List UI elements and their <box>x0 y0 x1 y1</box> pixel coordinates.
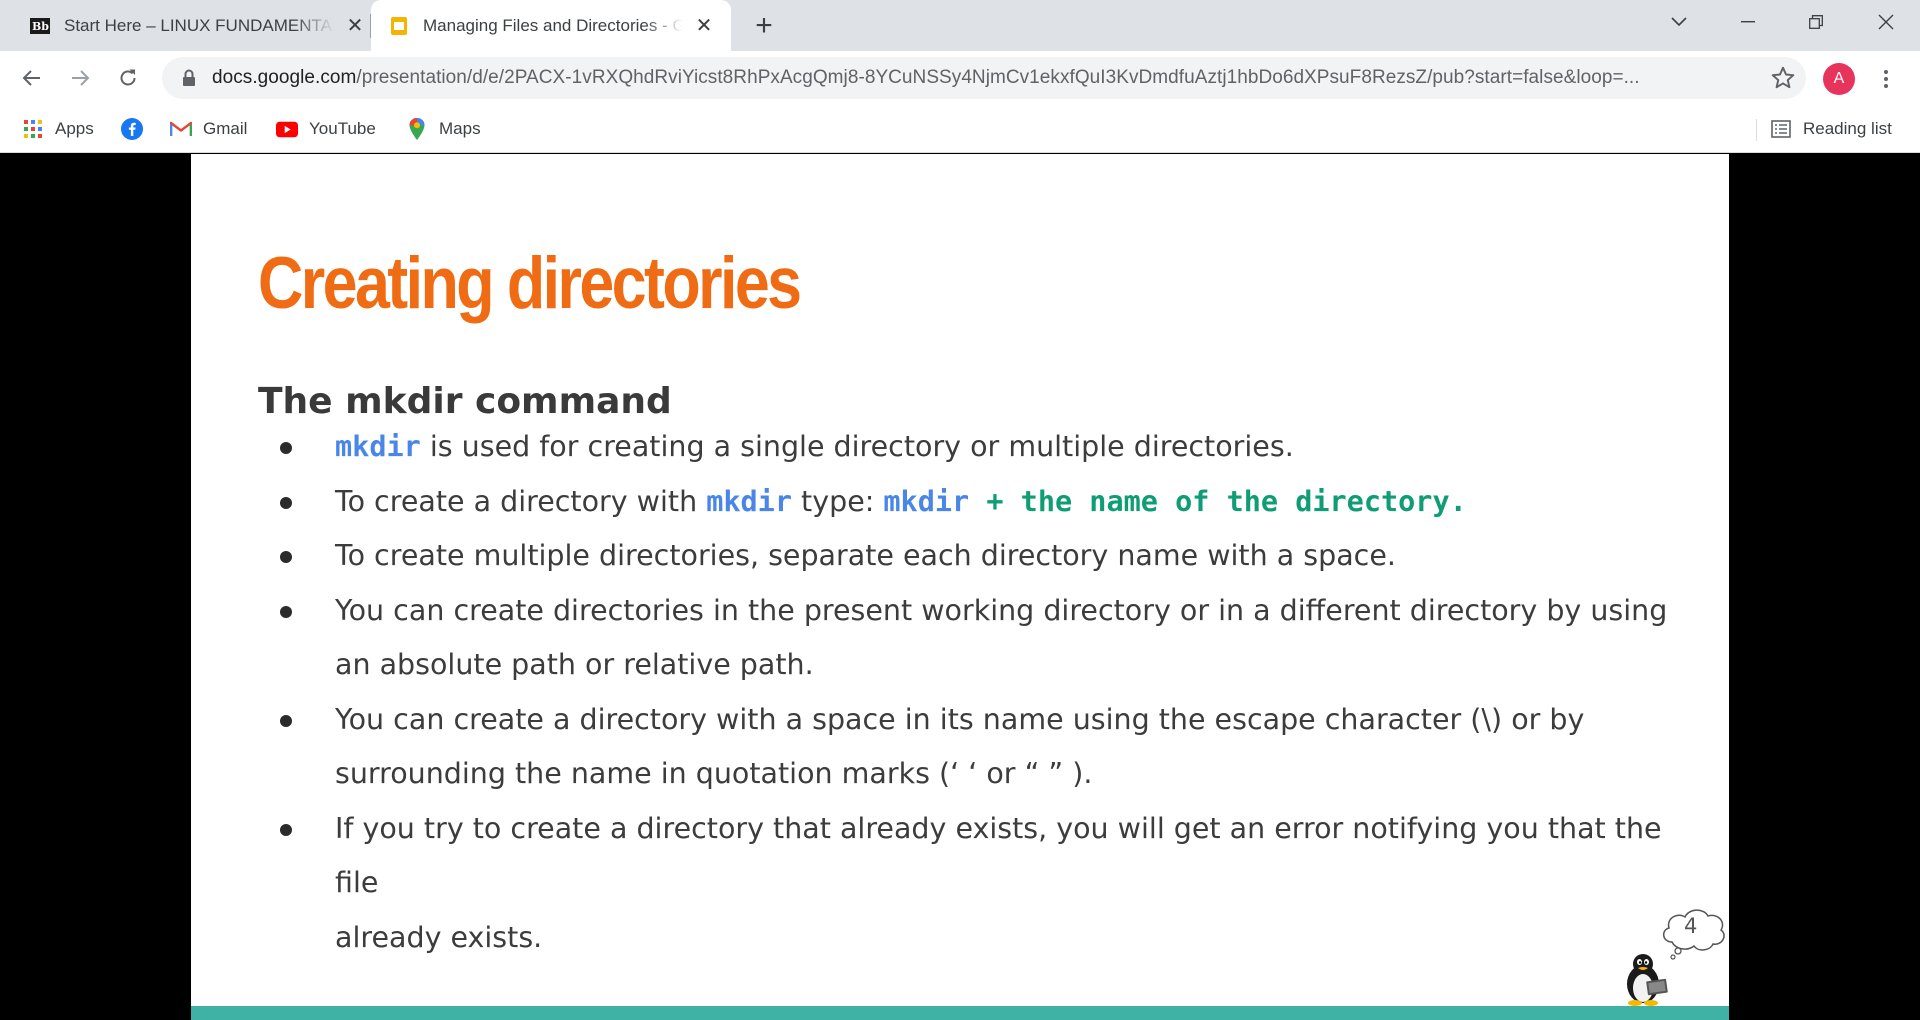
tab-start-here[interactable]: Bb Start Here – LINUX FUNDAMENTALS ✕ <box>0 0 370 51</box>
bookmark-gmail[interactable]: Gmail <box>170 115 247 143</box>
close-icon <box>1878 14 1894 30</box>
url-host: docs.google.com <box>212 67 357 88</box>
bullet-text: an absolute path or relative path. <box>335 648 814 681</box>
bookmark-youtube[interactable]: YouTube <box>276 115 376 143</box>
more-vertical-icon <box>1884 70 1888 88</box>
bullet-text: You can create directories in the presen… <box>335 593 1668 627</box>
back-button[interactable] <box>14 60 50 96</box>
maps-icon <box>406 118 428 140</box>
bookmark-label: YouTube <box>309 119 376 138</box>
gmail-icon <box>170 118 192 140</box>
reload-icon <box>120 69 136 86</box>
reading-list-button[interactable]: Reading list <box>1770 115 1892 143</box>
bookmark-star-icon[interactable] <box>1770 65 1796 91</box>
bookmark-label: Gmail <box>203 119 248 138</box>
reading-list-label: Reading list <box>1803 119 1892 138</box>
bookmark-maps[interactable]: Maps <box>406 115 481 143</box>
arrow-right-icon <box>72 70 90 86</box>
bullet-dot <box>280 442 292 454</box>
slide-viewer: Creating directories The mkdir command m… <box>0 154 1920 1020</box>
close-tab-icon[interactable]: ✕ <box>344 15 366 37</box>
code-mkdir: mkdir <box>883 484 970 518</box>
tab-title: Start Here – LINUX FUNDAMENTALS <box>64 15 334 35</box>
bullet-item: To create multiple directories, separate… <box>258 529 1678 584</box>
url-path: /presentation/d/e/2PACX-1vRXQhdRviYicst8… <box>356 67 1640 88</box>
svg-text:Bb: Bb <box>32 20 49 33</box>
youtube-icon <box>276 118 298 140</box>
lock-icon <box>183 69 195 86</box>
slide-footer-bar <box>191 1006 1729 1020</box>
bullet-text: surrounding the name in quotation marks … <box>335 757 1093 790</box>
blackboard-icon: Bb <box>30 17 50 34</box>
slide[interactable]: Creating directories The mkdir command m… <box>191 154 1729 1020</box>
forward-button[interactable] <box>62 60 98 96</box>
bullet-text: already exists. <box>335 920 543 954</box>
bullet-item: To create a directory with mkdir type: m… <box>258 475 1678 530</box>
facebook-icon <box>121 118 143 140</box>
bookmarks-bar: Apps Gmail YouTube Maps Reading list <box>0 105 1920 153</box>
bullet-list: mkdir is used for creating a single dire… <box>258 420 1678 965</box>
address-bar[interactable]: docs.google.com/presentation/d/e/2PACX-1… <box>162 57 1806 99</box>
reload-button[interactable] <box>110 60 146 96</box>
restore-button[interactable] <box>1782 0 1850 44</box>
bullet-dot <box>280 714 292 727</box>
code-mkdir: mkdir <box>335 430 421 463</box>
bullet-dot <box>280 823 292 836</box>
bullet-text: If you try to create a directory that al… <box>335 811 1662 900</box>
close-window-button[interactable] <box>1852 0 1920 44</box>
chevron-down-icon <box>1671 17 1687 27</box>
bullet-text: To create multiple directories, separate… <box>335 539 1396 572</box>
bookmark-apps[interactable]: Apps <box>22 115 94 143</box>
bullet-item: mkdir is used for creating a single dire… <box>258 420 1678 475</box>
bullet-dot <box>280 605 292 618</box>
minimize-icon <box>1741 21 1755 23</box>
google-slides-icon <box>391 16 407 35</box>
bullet-text: type: <box>792 484 884 518</box>
bullet-text: You can create a directory with a space … <box>335 702 1585 736</box>
bookmark-divider <box>1756 119 1757 141</box>
bookmark-label: Maps <box>439 119 481 138</box>
bullet-text: To create a directory with <box>335 484 707 518</box>
tab-title: Managing Files and Directories - Google … <box>423 15 683 35</box>
url-text: docs.google.com/presentation/d/e/2PACX-1… <box>212 67 1732 89</box>
code-mkdir: mkdir <box>706 484 792 518</box>
bullet-dot <box>280 496 292 509</box>
tab-search-button[interactable] <box>1645 0 1713 44</box>
browser-toolbar: docs.google.com/presentation/d/e/2PACX-1… <box>0 51 1920 105</box>
tab-strip: Bb Start Here – LINUX FUNDAMENTALS ✕ Man… <box>0 0 1920 51</box>
profile-avatar[interactable]: A <box>1823 63 1855 95</box>
bookmark-label: Apps <box>55 119 94 138</box>
close-tab-icon[interactable]: ✕ <box>693 15 715 37</box>
arrow-left-icon <box>22 70 40 86</box>
bullet-text: is used for creating a single directory … <box>420 430 1294 463</box>
slide-subheading: The mkdir command <box>258 381 672 422</box>
minimize-button[interactable] <box>1714 0 1782 44</box>
bullet-item: You can create directories in the presen… <box>258 584 1678 693</box>
tux-penguin-icon <box>1627 954 1668 1006</box>
bullet-dot <box>280 551 292 563</box>
slide-title: Creating directories <box>258 243 802 324</box>
bullet-item: If you try to create a directory that al… <box>258 802 1678 966</box>
page-number: 4 <box>1684 914 1698 938</box>
browser-menu-button[interactable] <box>1872 63 1900 95</box>
tab-managing-files[interactable]: Managing Files and Directories - Google … <box>371 0 731 51</box>
code-syntax: + the name of the directory. <box>969 484 1467 518</box>
bookmark-facebook[interactable] <box>121 115 154 143</box>
apps-grid-icon <box>22 118 44 140</box>
reading-list-icon <box>1770 118 1792 140</box>
restore-icon <box>1809 15 1823 29</box>
bullet-item: You can create a directory with a space … <box>258 693 1678 802</box>
new-tab-button[interactable]: + <box>748 9 780 42</box>
